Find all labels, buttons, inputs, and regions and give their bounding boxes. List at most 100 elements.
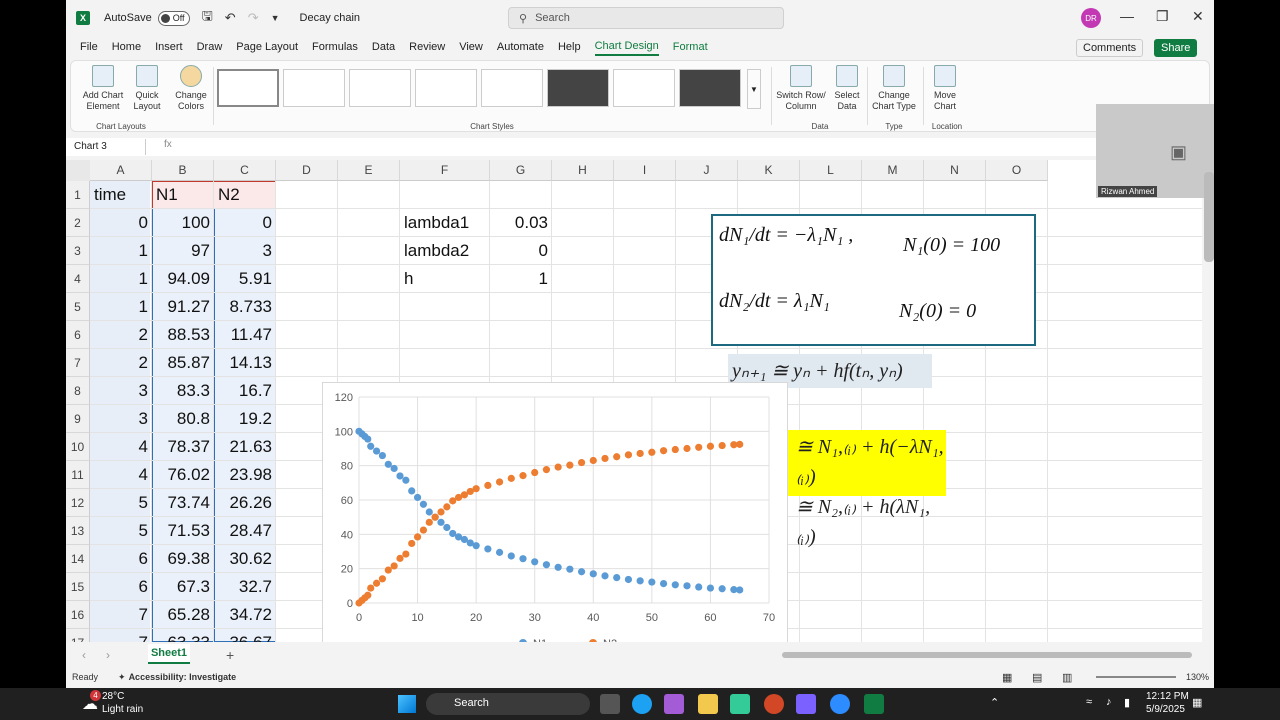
table-cell[interactable]: 83.3	[152, 381, 210, 401]
table-cell[interactable]: 94.09	[152, 269, 210, 289]
column-header-c[interactable]: C	[214, 160, 276, 181]
wifi-icon[interactable]: ≈	[1086, 696, 1092, 708]
table-cell[interactable]: 34.72	[214, 605, 272, 625]
column-header-n[interactable]: N	[924, 160, 986, 181]
column-header-h[interactable]: H	[552, 160, 614, 181]
copilot-icon[interactable]	[664, 694, 684, 714]
table-cell[interactable]: 30.62	[214, 549, 272, 569]
page-layout-view-icon[interactable]: ▤	[1032, 671, 1042, 684]
menu-file[interactable]: File	[80, 39, 98, 55]
param-value[interactable]: 0.03	[490, 213, 548, 233]
add-sheet-icon[interactable]: +	[226, 647, 234, 663]
table-cell[interactable]: 5	[90, 521, 148, 541]
chart-style-2[interactable]	[283, 69, 345, 107]
redo-icon[interactable]: ↷	[248, 10, 259, 26]
zoom-icon[interactable]	[830, 694, 850, 714]
row-header-13[interactable]: 13	[66, 517, 90, 545]
table-cell[interactable]: 65.28	[152, 605, 210, 625]
store-icon[interactable]	[730, 694, 750, 714]
table-cell[interactable]: 88.53	[152, 325, 210, 345]
vertical-scrollbar[interactable]	[1204, 172, 1214, 262]
table-cell[interactable]: 36.67	[214, 633, 272, 642]
styles-more-icon[interactable]: ▼	[747, 69, 761, 109]
worksheet-grid[interactable]: ABCDEFGHIJKLMNO 123456789101112131415161…	[66, 160, 1202, 642]
column-header-e[interactable]: E	[338, 160, 400, 181]
clock-time[interactable]: 12:12 PM	[1146, 691, 1189, 702]
table-cell[interactable]: 1	[90, 241, 148, 261]
table-cell[interactable]: 80.8	[152, 409, 210, 429]
menu-chart-design[interactable]: Chart Design	[594, 38, 659, 56]
notification-icon[interactable]: ▦	[1192, 696, 1202, 709]
chart-style-3[interactable]	[349, 69, 411, 107]
table-cell[interactable]: 100	[152, 213, 210, 233]
accessibility-status[interactable]: Accessibility: Investigate	[129, 672, 237, 682]
next-sheet-icon[interactable]: ›	[106, 648, 110, 662]
menu-home[interactable]: Home	[112, 39, 141, 55]
task-view-icon[interactable]	[600, 694, 620, 714]
table-cell[interactable]: 6	[90, 577, 148, 597]
save-icon[interactable]: 🖫	[202, 7, 213, 29]
table-cell[interactable]: 16.7	[214, 381, 272, 401]
column-header-k[interactable]: K	[738, 160, 800, 181]
volume-icon[interactable]: ♪	[1106, 696, 1112, 708]
table-cell[interactable]: 73.74	[152, 493, 210, 513]
table-cell[interactable]: 32.7	[214, 577, 272, 597]
menu-formulas[interactable]: Formulas	[312, 39, 358, 55]
table-cell[interactable]: 11.47	[214, 325, 272, 345]
menu-draw[interactable]: Draw	[197, 39, 223, 55]
row-header-1[interactable]: 1	[66, 181, 90, 209]
table-cell[interactable]: 6	[90, 549, 148, 569]
sheet-tab-sheet1[interactable]: Sheet1	[148, 644, 190, 664]
add-chart-element-button[interactable]: Add Chart Element	[77, 65, 129, 112]
select-all-corner[interactable]	[66, 160, 90, 181]
search-box[interactable]: ⚲ Search	[508, 7, 784, 29]
table-cell[interactable]: 1	[90, 269, 148, 289]
horizontal-scrollbar[interactable]	[782, 652, 1192, 658]
column-header-b[interactable]: B	[152, 160, 214, 181]
column-header-d[interactable]: D	[276, 160, 338, 181]
customize-qat-icon[interactable]: ▼	[271, 13, 280, 23]
decay-chart[interactable]: 0 20 40 60 80 100 120 0 10 20 30 40 50 60 70 N1 N2	[322, 382, 788, 642]
chart-style-8[interactable]	[679, 69, 741, 107]
table-cell[interactable]: 7	[90, 633, 148, 642]
column-header-a[interactable]: A	[90, 160, 152, 181]
row-header-4[interactable]: 4	[66, 265, 90, 293]
clock-date[interactable]: 5/9/2025	[1146, 704, 1185, 715]
switch-row-column-button[interactable]: Switch Row/ Column	[775, 65, 827, 112]
menu-page-layout[interactable]: Page Layout	[236, 39, 298, 55]
zoom-slider[interactable]	[1096, 676, 1176, 678]
row-header-15[interactable]: 15	[66, 573, 90, 601]
row-header-6[interactable]: 6	[66, 321, 90, 349]
menu-help[interactable]: Help	[558, 39, 581, 55]
row-header-12[interactable]: 12	[66, 489, 90, 517]
table-cell[interactable]: 69.38	[152, 549, 210, 569]
column-header-g[interactable]: G	[490, 160, 552, 181]
table-cell[interactable]: 3	[214, 241, 272, 261]
share-button[interactable]: Share	[1154, 39, 1198, 57]
table-cell[interactable]: 76.02	[152, 465, 210, 485]
prev-sheet-icon[interactable]: ‹	[82, 648, 86, 662]
table-cell[interactable]: 28.47	[214, 521, 272, 541]
table-cell[interactable]: 26.26	[214, 493, 272, 513]
menu-data[interactable]: Data	[372, 39, 395, 55]
menu-view[interactable]: View	[459, 39, 483, 55]
header-cell[interactable]: time	[94, 185, 126, 205]
name-box[interactable]: Chart 3	[70, 139, 146, 155]
row-header-16[interactable]: 16	[66, 601, 90, 629]
table-cell[interactable]: 78.37	[152, 437, 210, 457]
menu-review[interactable]: Review	[409, 39, 445, 55]
chart-style-5[interactable]	[481, 69, 543, 107]
table-cell[interactable]: 67.3	[152, 577, 210, 597]
header-cell[interactable]: N1	[156, 185, 178, 205]
table-cell[interactable]: 5.91	[214, 269, 272, 289]
autosave-toggle[interactable]: Off	[157, 10, 190, 26]
param-value[interactable]: 0	[490, 241, 548, 261]
chart-style-1[interactable]	[217, 69, 279, 107]
table-cell[interactable]: 4	[90, 465, 148, 485]
select-data-button[interactable]: Select Data	[829, 65, 865, 112]
table-cell[interactable]: 97	[152, 241, 210, 261]
tray-chevron-icon[interactable]: ⌃	[990, 696, 999, 709]
start-icon[interactable]	[398, 695, 416, 713]
table-cell[interactable]: 7	[90, 605, 148, 625]
table-cell[interactable]: 21.63	[214, 437, 272, 457]
